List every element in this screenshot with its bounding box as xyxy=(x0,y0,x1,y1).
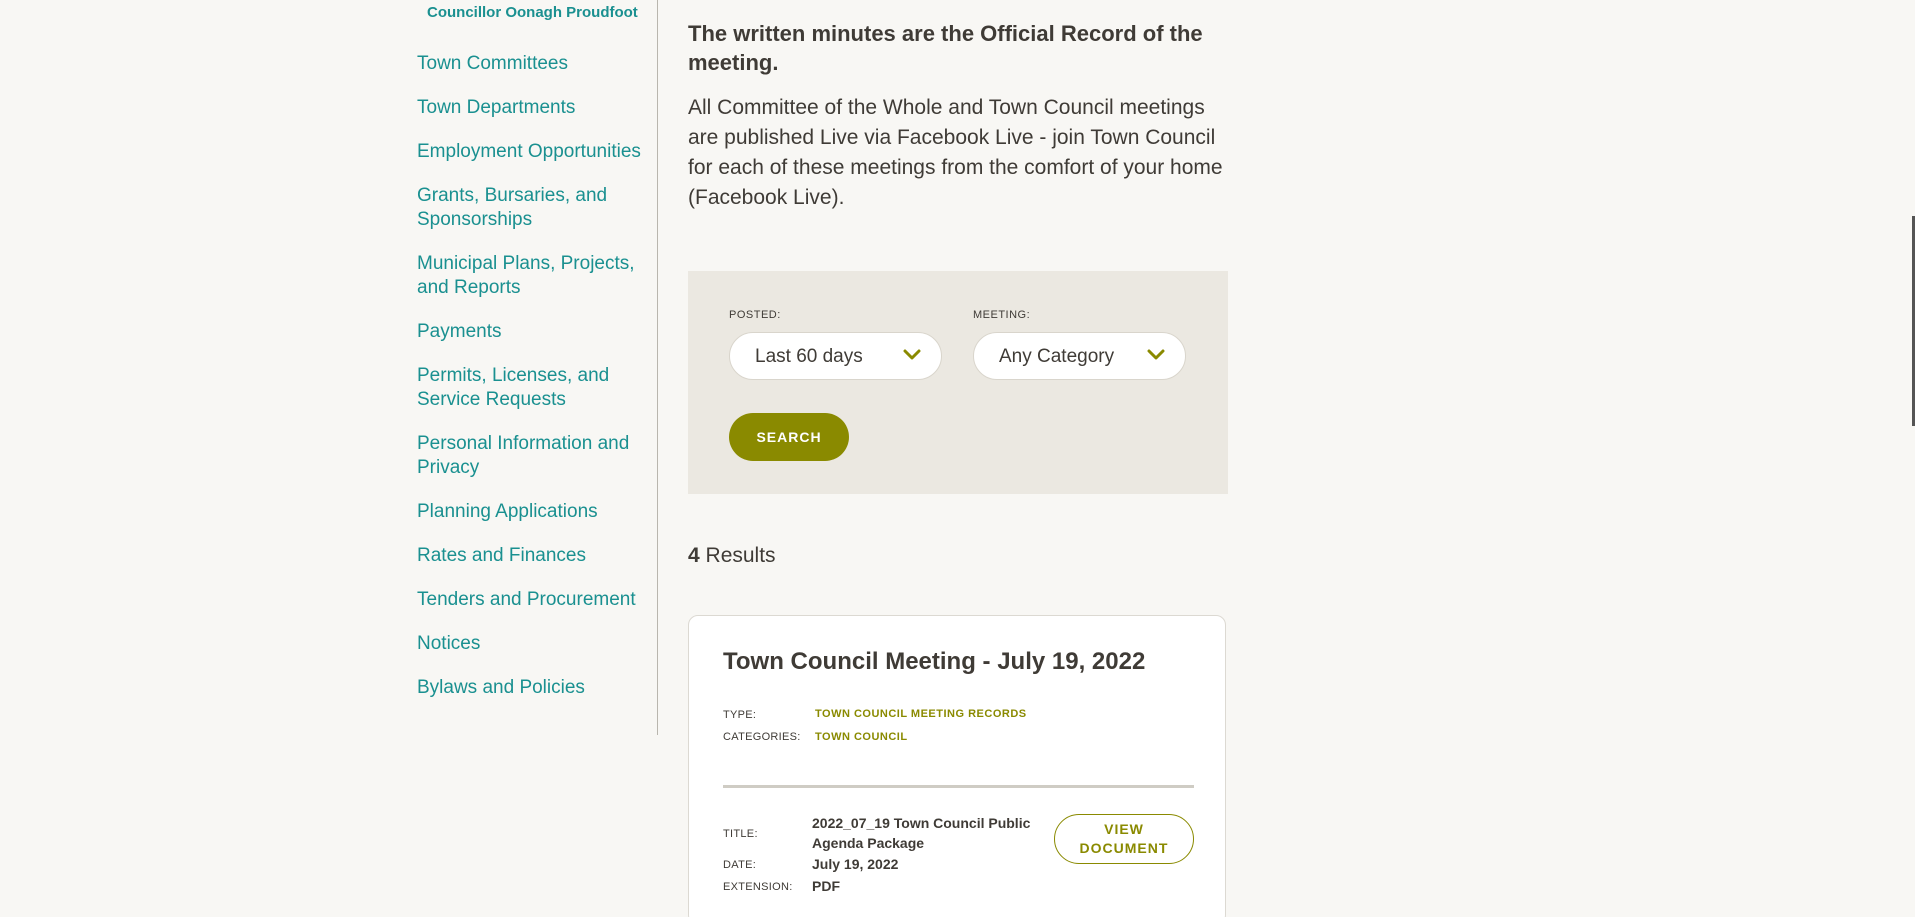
result-card: Town Council Meeting - July 19, 2022 TYP… xyxy=(688,615,1226,917)
sidebar-item-tenders[interactable]: Tenders and Procurement xyxy=(417,588,647,612)
search-button[interactable]: SEARCH xyxy=(729,413,849,461)
page: Councillor Oonagh Proudfoot Town Committ… xyxy=(0,0,1915,917)
card-divider xyxy=(723,785,1194,788)
sidebar-item-town-committees[interactable]: Town Committees xyxy=(417,52,647,76)
results-number: 4 xyxy=(688,544,700,567)
sidebar-nav: Councillor Oonagh Proudfoot Town Committ… xyxy=(410,0,658,735)
sidebar-item-permits[interactable]: Permits, Licenses, and Service Requests xyxy=(417,364,647,412)
doc-title-label: TITLE: xyxy=(723,828,758,840)
sidebar-item-rates[interactable]: Rates and Finances xyxy=(417,544,647,568)
facebook-live-note: All Committee of the Whole and Town Coun… xyxy=(688,96,1223,209)
posted-select-value: Last 60 days xyxy=(755,346,863,367)
categories-label: CATEGORIES: xyxy=(723,731,801,743)
card-title: Town Council Meeting - July 19, 2022 xyxy=(723,648,1146,675)
category-tag[interactable]: TOWN COUNCIL xyxy=(815,731,908,743)
meeting-select-value: Any Category xyxy=(999,346,1115,367)
sidebar-subitem-councillor[interactable]: Councillor Oonagh Proudfoot xyxy=(427,4,638,21)
type-label: TYPE: xyxy=(723,709,757,721)
sidebar-item-privacy[interactable]: Personal Information and Privacy xyxy=(417,432,647,480)
filter-panel: POSTED: Last 60 days MEETING: Any Catego… xyxy=(688,271,1228,494)
posted-label: POSTED: xyxy=(729,309,781,321)
sidebar-list: Town Committees Town Departments Employm… xyxy=(417,52,647,720)
type-tag[interactable]: TOWN COUNCIL MEETING RECORDS xyxy=(815,708,1027,720)
sidebar-item-notices[interactable]: Notices xyxy=(417,632,647,656)
extension-value: PDF xyxy=(812,878,840,894)
sidebar-item-bylaws[interactable]: Bylaws and Policies xyxy=(417,676,647,700)
date-value: July 19, 2022 xyxy=(812,856,899,872)
sidebar-item-town-departments[interactable]: Town Departments xyxy=(417,96,647,120)
results-label: Results xyxy=(705,544,776,567)
view-document-button[interactable]: VIEW DOCUMENT xyxy=(1054,814,1194,864)
sidebar-item-planning[interactable]: Planning Applications xyxy=(417,500,647,524)
meeting-label: MEETING: xyxy=(973,309,1031,321)
meeting-select[interactable]: Any Category xyxy=(973,332,1186,380)
results-count: 4 Results xyxy=(688,544,776,568)
official-record-note: The written minutes are the Official Rec… xyxy=(688,21,1203,75)
chevron-down-icon xyxy=(1147,349,1165,360)
doc-title-value: 2022_07_19 Town Council Public Agenda Pa… xyxy=(812,815,1031,851)
sidebar-item-grants[interactable]: Grants, Bursaries, and Sponsorships xyxy=(417,184,647,232)
date-label: DATE: xyxy=(723,859,757,871)
sidebar-item-municipal-plans[interactable]: Municipal Plans, Projects, and Reports xyxy=(417,252,647,300)
sidebar-item-employment[interactable]: Employment Opportunities xyxy=(417,140,647,164)
sidebar-item-payments[interactable]: Payments xyxy=(417,320,647,344)
chevron-down-icon xyxy=(903,349,921,360)
posted-select[interactable]: Last 60 days xyxy=(729,332,942,380)
extension-label: EXTENSION: xyxy=(723,881,793,893)
